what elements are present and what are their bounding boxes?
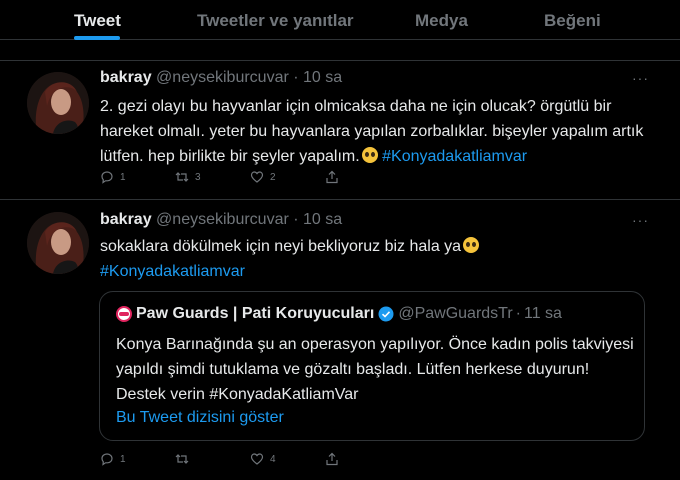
quoted-tweet-text: Konya Barınağında şu an operasyon yapılı…	[116, 336, 634, 403]
quoted-tweet[interactable]: Paw Guards | Pati Koruyucuları @PawGuard…	[99, 291, 645, 441]
retweet-button[interactable]	[175, 452, 195, 466]
tweet-header: bakray @neysekiburcuvar · 10 sa	[100, 69, 342, 87]
retweet-count: 3	[195, 171, 201, 183]
show-thread-link[interactable]: Bu Tweet dizisini göster	[116, 409, 284, 427]
retweet-icon	[175, 454, 189, 464]
reply-icon	[101, 453, 113, 466]
tweet-text: 2. gezi olayı bu hayvanlar için olmicaks…	[100, 94, 650, 169]
profile-tabs: Tweet Tweetler ve yanıtlar Medya Beğeni	[0, 0, 680, 40]
avatar[interactable]	[27, 72, 89, 134]
like-icon	[250, 453, 264, 465]
tweet-header: bakray @neysekiburcuvar · 10 sa	[100, 211, 342, 229]
reply-button[interactable]: 1	[100, 170, 126, 184]
emoji-pleading-icon	[463, 237, 480, 253]
more-icon[interactable]: ···	[632, 212, 649, 228]
hashtag-link[interactable]: #Konyadakatliamvar	[382, 148, 527, 165]
handle[interactable]: @neysekiburcuvar	[156, 211, 289, 228]
tweet-text-content: sokaklara dökülmek için neyi bekliyoruz …	[100, 238, 462, 255]
quoted-tweet-header: Paw Guards | Pati Koruyucuları @PawGuard…	[116, 305, 562, 323]
quoted-timestamp[interactable]: 11 sa	[524, 305, 562, 323]
more-icon[interactable]: ···	[632, 70, 649, 86]
reply-button[interactable]: 1	[100, 452, 126, 466]
like-button[interactable]: 2	[250, 170, 276, 184]
separator: ·	[293, 69, 299, 86]
like-button[interactable]: 4	[250, 452, 276, 466]
separator: ·	[515, 305, 521, 322]
tweet-divider	[0, 199, 680, 200]
display-name[interactable]: bakray	[100, 211, 152, 228]
quoted-avatar[interactable]	[116, 306, 132, 322]
emoji-pleading-icon	[361, 147, 378, 163]
handle[interactable]: @neysekiburcuvar	[156, 69, 289, 86]
tweet-actions: 1 4	[100, 452, 400, 468]
retweet-button[interactable]: 3	[175, 170, 201, 184]
like-count: 4	[270, 453, 276, 465]
share-button[interactable]	[325, 452, 339, 466]
separator: ·	[293, 211, 299, 228]
reply-count: 1	[120, 453, 126, 465]
share-icon	[326, 452, 338, 466]
like-count: 2	[270, 171, 276, 183]
retweet-icon	[175, 172, 189, 182]
tweet-actions: 1 3 2	[100, 170, 400, 186]
tab-tweet[interactable]: Tweet	[74, 11, 121, 31]
reply-icon	[101, 171, 113, 184]
timestamp[interactable]: 10 sa	[303, 69, 342, 86]
verified-icon	[378, 306, 394, 322]
tweet-text: sokaklara dökülmek için neyi bekliyoruz …	[100, 234, 650, 284]
tab-tweets-and-replies[interactable]: Tweetler ve yanıtlar	[197, 11, 354, 31]
tab-likes[interactable]: Beğeni	[544, 11, 601, 31]
timestamp[interactable]: 10 sa	[303, 211, 342, 228]
like-icon	[250, 171, 264, 183]
share-icon	[326, 170, 338, 184]
share-button[interactable]	[325, 170, 339, 184]
quoted-handle[interactable]: @PawGuardsTr	[398, 305, 512, 323]
tab-media[interactable]: Medya	[415, 11, 468, 31]
reply-count: 1	[120, 171, 126, 183]
avatar[interactable]	[27, 212, 89, 274]
quoted-display-name[interactable]: Paw Guards | Pati Koruyucuları	[136, 305, 374, 323]
display-name[interactable]: bakray	[100, 69, 152, 86]
tweet-divider	[0, 60, 680, 61]
active-tab-indicator	[74, 36, 120, 40]
hashtag-link[interactable]: #Konyadakatliamvar	[100, 263, 245, 280]
